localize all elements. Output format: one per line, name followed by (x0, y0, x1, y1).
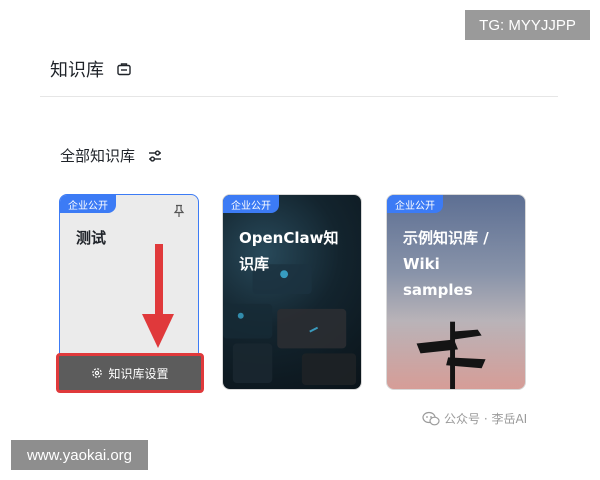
knowledge-base-settings-button[interactable]: 知识库设置 (56, 353, 204, 393)
wechat-watermark: 公众号 · 李岳AI (422, 410, 527, 427)
card-visibility-tag: 企业公开 (223, 195, 279, 213)
red-arrow-annotation (142, 244, 174, 348)
card-title: 示例知识库 / Wiki samples (403, 229, 489, 299)
gear-icon (92, 368, 103, 378)
filter-sliders-icon[interactable] (147, 148, 163, 164)
wechat-icon (422, 411, 440, 425)
tg-watermark-badge: TG: MYYJJPP (465, 10, 590, 40)
watermark-text: 公众号 · 李岳AI (444, 412, 528, 426)
card-visibility-tag: 企业公开 (60, 195, 116, 213)
knowledge-base-card-openclaw[interactable]: 企业公开 OpenClaw知识库 (222, 194, 362, 390)
briefcase-icon[interactable] (116, 61, 132, 77)
page-title: 知识库 (50, 60, 104, 81)
card-title: OpenClaw知识库 (239, 229, 339, 273)
pin-icon[interactable] (172, 204, 186, 218)
section-title: 全部知识库 (60, 147, 136, 165)
site-watermark-badge: www.yaokai.org (11, 440, 148, 470)
header-divider (40, 96, 558, 97)
page-header: 知识库 (50, 56, 132, 82)
knowledge-base-card-wiki-samples[interactable]: 企业公开 示例知识库 / Wiki samples (386, 194, 526, 390)
settings-button-label: 知识库设置 (108, 366, 169, 381)
section-header: 全部知识库 (60, 145, 163, 166)
card-visibility-tag: 企业公开 (387, 195, 443, 213)
